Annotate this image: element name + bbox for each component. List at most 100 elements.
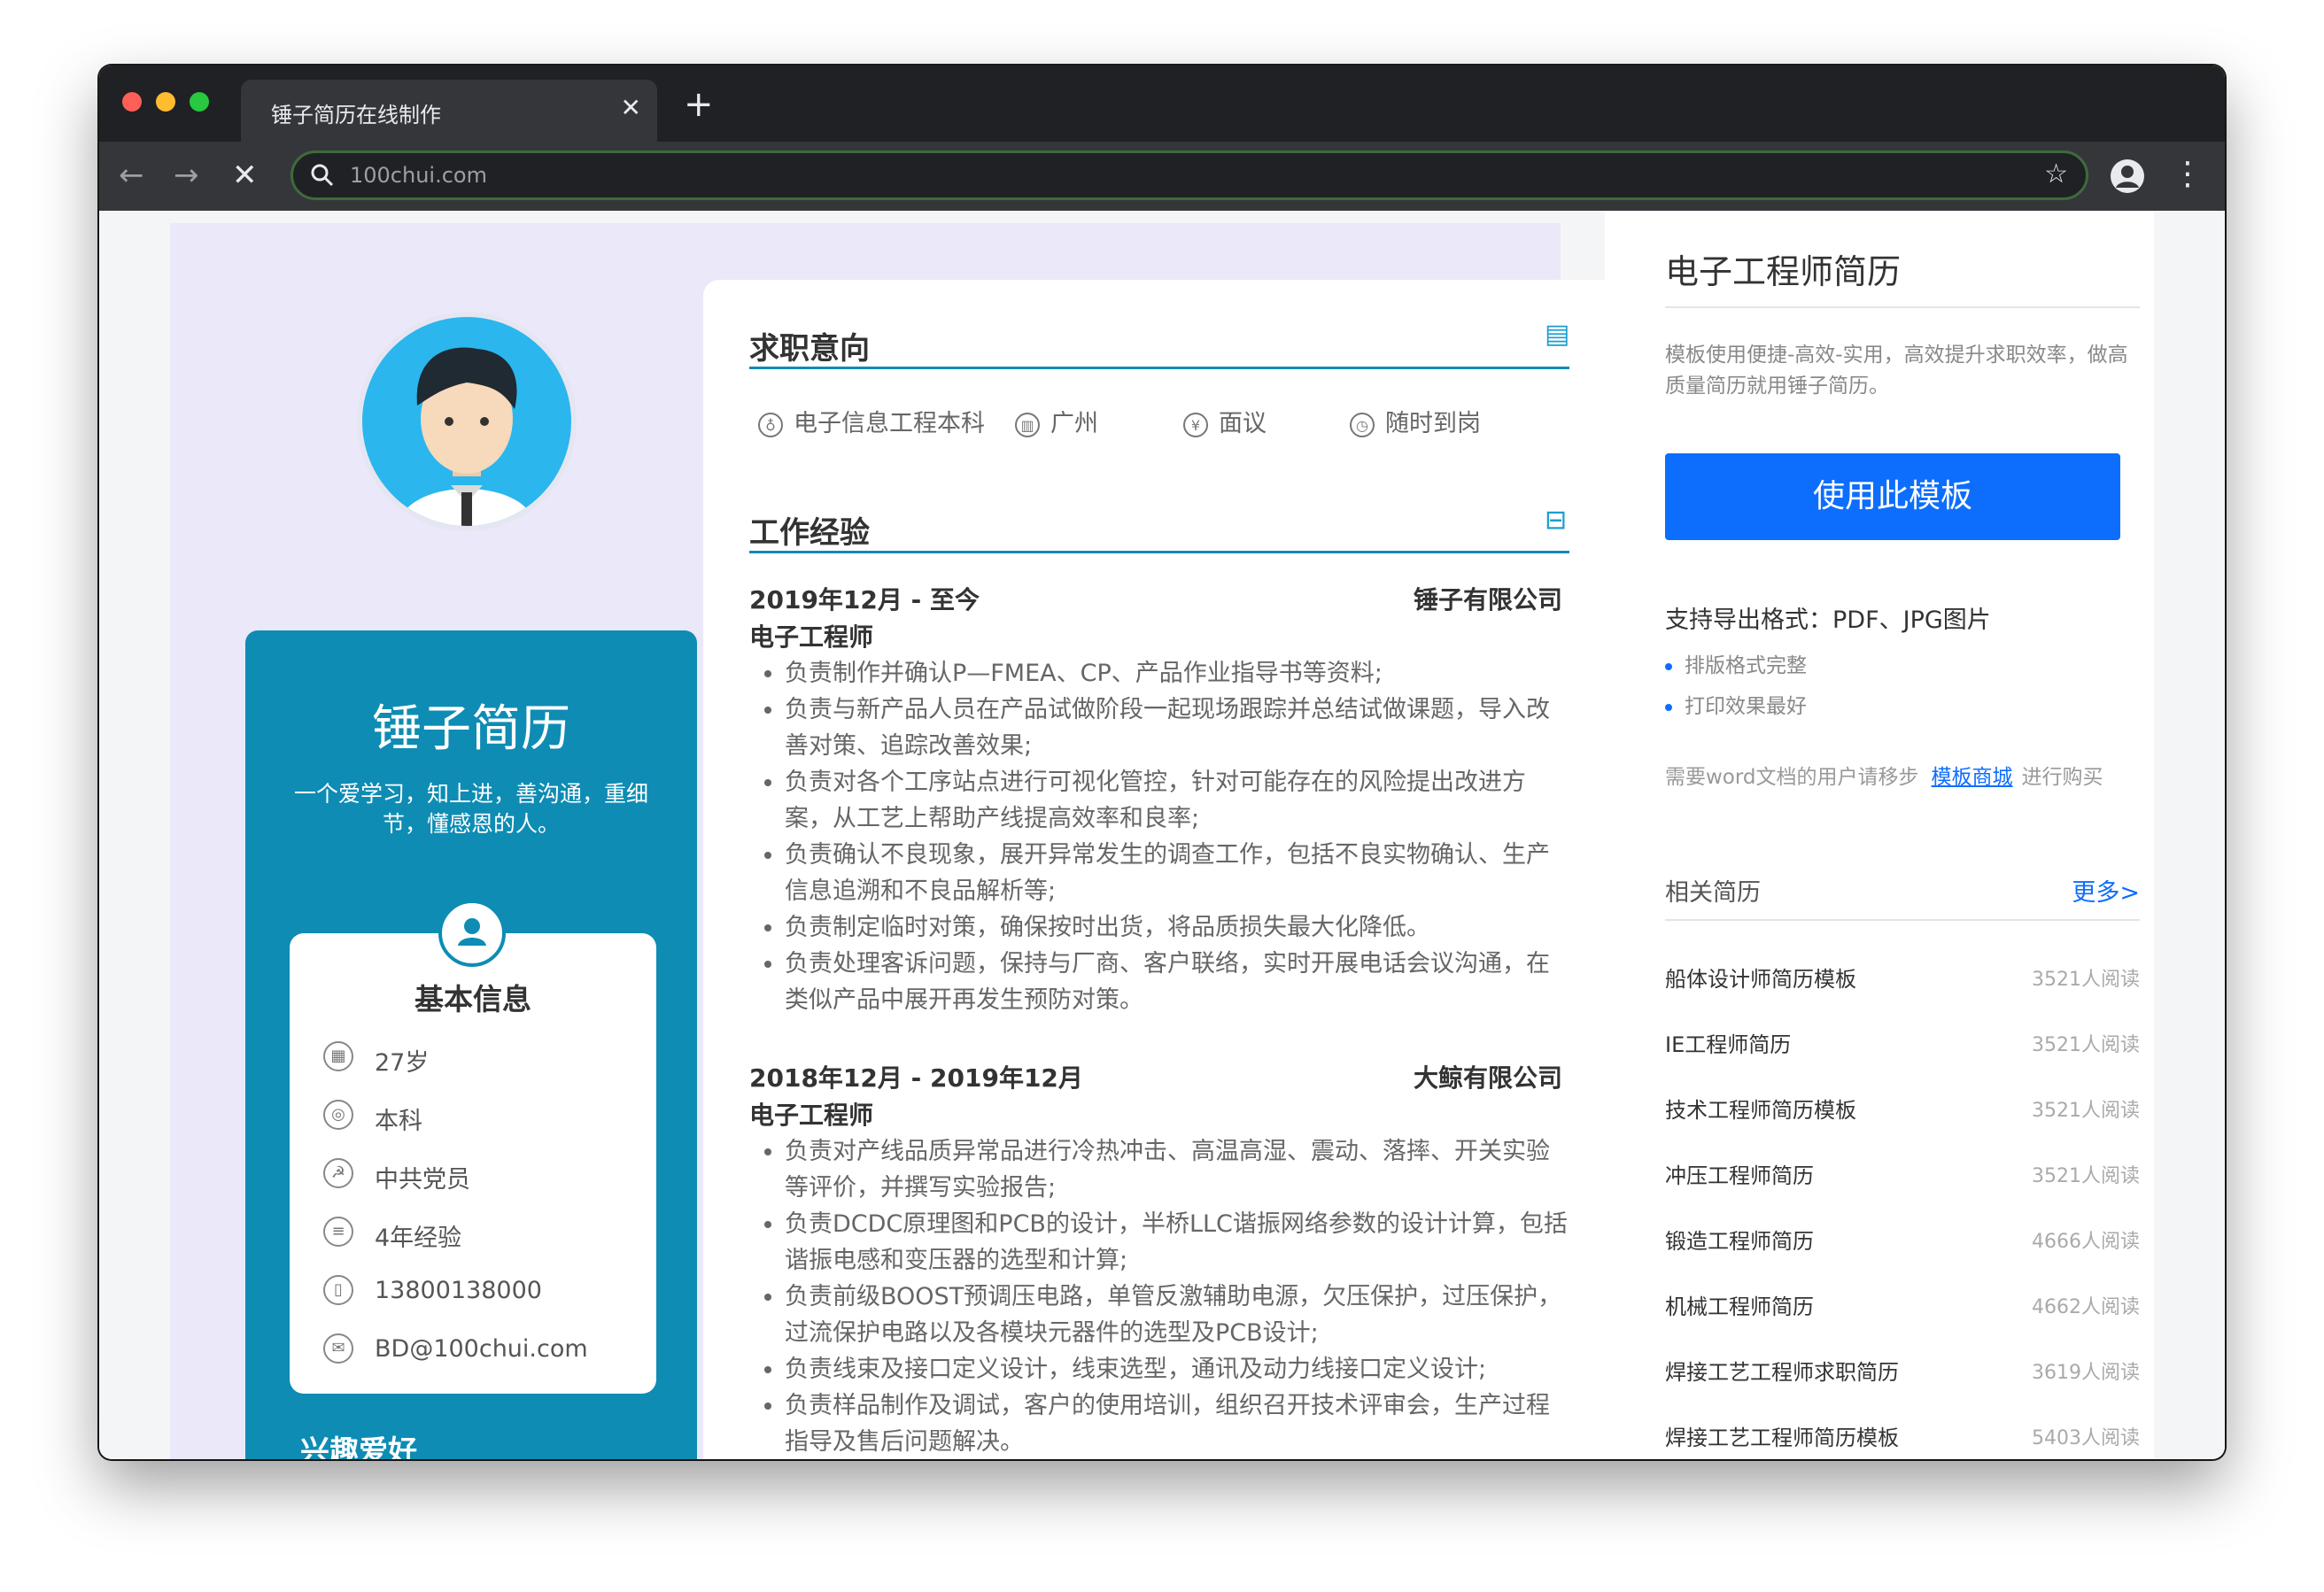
related-more-link[interactable]: 更多> <box>2072 873 2140 908</box>
tab-close-icon[interactable]: ✕ <box>621 92 641 124</box>
export-formats: 支持导出格式：PDF、JPG图片 <box>1665 607 1991 634</box>
divider <box>1665 306 2140 308</box>
info-age-text: 27岁 <box>375 1049 430 1077</box>
divider <box>749 367 1569 369</box>
intent-availability: ◷ 随时到岗 <box>1350 404 1481 438</box>
related-item[interactable]: 船体设计师简历模板 3521人阅读 <box>1665 962 2140 997</box>
related-item[interactable]: 锻造工程师简历 4666人阅读 <box>1665 1224 2140 1259</box>
word-notice-suffix: 进行购买 <box>2021 766 2103 789</box>
intent-salary-text: 面议 <box>1219 410 1267 437</box>
related-item[interactable]: 机械工程师简历 4662人阅读 <box>1665 1289 2140 1325</box>
list-item: 负责对产线品质异常品进行冷热冲击、高温高湿、震动、落摔、开关实验等评价，并撰写实… <box>785 1133 1573 1206</box>
related-item-count: 4662人阅读 <box>2032 1296 2140 1318</box>
info-experience-text: 4年经验 <box>375 1225 462 1252</box>
avatar <box>357 312 577 531</box>
title-bar: 锤子简历在线制作 ✕ + <box>99 66 2225 142</box>
related-item[interactable]: IE工程师简历 3521人阅读 <box>1665 1027 2140 1063</box>
basic-info-card: 基本信息 ▦ 27岁 ◎ 本科 ☭ 中共党员 ≡ 4年经验 ▯ 13800138… <box>290 900 656 1394</box>
divider <box>749 551 1569 553</box>
briefcase-icon: ⊟ <box>1545 505 1568 536</box>
info-phone-text: 13800138000 <box>375 1277 542 1304</box>
avatar-illustration <box>398 347 536 526</box>
related-item-name[interactable]: 冲压工程师简历 <box>1665 1158 1814 1189</box>
bullet-dot <box>1665 662 1672 670</box>
url-text: 100chui.com <box>350 163 487 188</box>
browser-window: 锤子简历在线制作 ✕ + ← → ✕ 100chui.com ☆ ⋮ 锤子简历 … <box>99 66 2225 1459</box>
tab-title: 锤子简历在线制作 <box>271 103 441 128</box>
info-email-text: BD@100chui.com <box>375 1335 588 1363</box>
template-title: 电子工程师简历 <box>1665 252 1902 291</box>
info-phone: ▯ 13800138000 <box>323 1271 642 1310</box>
new-tab-button[interactable]: + <box>684 85 714 124</box>
job-2-date: 2018年12月 - 2019年12月 <box>749 1063 1083 1093</box>
minimize-window-button[interactable] <box>156 92 175 112</box>
resume-main: 求职意向 ▤ ♁ 电子信息工程本科 ▥ 广州 ¥ 面议 ◷ 随时到岗 工作经验 ⊟ 20… <box>703 280 1624 1459</box>
info-age: ▦ 27岁 <box>323 1038 642 1077</box>
document-icon: ≡ <box>323 1217 353 1247</box>
related-item-name[interactable]: 焊接工艺工程师求职简历 <box>1665 1355 1899 1386</box>
info-education: ◎ 本科 <box>323 1096 642 1135</box>
basic-info-title: 基本信息 <box>414 982 531 1016</box>
medal-icon: ♁ <box>758 412 783 437</box>
search-icon <box>311 164 334 187</box>
list-item: 负责对各个工序站点进行可视化管控，针对可能存在的风险提出改进方案，从工艺上帮助产… <box>785 764 1573 837</box>
related-item[interactable]: 焊接工艺工程师求职简历 3619人阅读 <box>1665 1355 2140 1390</box>
related-item-count: 5403人阅读 <box>2032 1427 2140 1449</box>
intent-city-text: 广州 <box>1050 410 1098 437</box>
use-template-button[interactable]: 使用此模板 <box>1665 453 2120 540</box>
feature-item: 打印效果最好 <box>1665 689 1807 719</box>
resume-preview: 锤子简历 一个爱学习，知上进，善沟通，重细节，懂感恩的人。 基本信息 ▦ 27岁 <box>170 223 1624 1459</box>
browser-toolbar: ← → ✕ 100chui.com ☆ ⋮ <box>99 142 2225 211</box>
intent-salary: ¥ 面议 <box>1183 404 1267 438</box>
job-1-bullets: 负责制作并确认P—FMEA、CP、产品作业指导书等资料; 负责与新产品人员在产品… <box>749 655 1573 1018</box>
related-item-name[interactable]: 技术工程师简历模板 <box>1665 1093 1856 1124</box>
related-item-count: 3521人阅读 <box>2032 1034 2140 1056</box>
related-item-name[interactable]: 机械工程师简历 <box>1665 1289 1814 1320</box>
yen-icon: ¥ <box>1183 412 1208 437</box>
related-item-count: 4666人阅读 <box>2032 1231 2140 1253</box>
forward-icon[interactable]: → <box>174 154 199 197</box>
job-1-company: 锤子有限公司 <box>1413 585 1562 614</box>
list-item: 负责DCDC原理图和PCB的设计，半桥LLC谐振网络参数的设计计算，包括谐振电感… <box>785 1206 1573 1279</box>
word-notice: 需要word文档的用户请移步 模板商城 进行购买 <box>1665 760 2103 790</box>
info-email: ✉ BD@100chui.com <box>323 1330 642 1369</box>
list-item: 负责制定临时对策，确保按时出货，将品质损失最大化降低。 <box>785 909 1573 946</box>
clipboard-icon: ▤ <box>1545 319 1570 350</box>
address-bar[interactable]: 100chui.com ☆ <box>290 151 2088 200</box>
stop-loading-icon[interactable]: ✕ <box>232 154 258 197</box>
related-item-count: 3521人阅读 <box>2032 1100 2140 1122</box>
list-item: 负责与新产品人员在产品试做阶段一起现场跟踪并总结试做课题，导入改善对策、追踪改善… <box>785 692 1573 764</box>
left-column: 锤子简历 一个爱学习，知上进，善沟通，重细节，懂感恩的人。 基本信息 ▦ 27岁 <box>245 630 697 1459</box>
info-political-text: 中共党员 <box>375 1166 470 1194</box>
related-item[interactable]: 焊接工艺工程师简历模板 5403人阅读 <box>1665 1420 2140 1456</box>
close-window-button[interactable] <box>122 92 142 112</box>
related-item-name[interactable]: 船体设计师简历模板 <box>1665 962 1856 993</box>
template-description: 模板使用便捷-高效-实用，高效提升求职效率，做高质量简历就用锤子简历。 <box>1665 344 2128 398</box>
browser-menu-icon[interactable]: ⋮ <box>2172 156 2204 192</box>
browser-tab[interactable]: 锤子简历在线制作 ✕ <box>241 80 657 142</box>
feature-text: 打印效果最好 <box>1685 695 1807 718</box>
related-item-count: 3521人阅读 <box>2032 1165 2140 1187</box>
profile-avatar-icon[interactable] <box>2110 158 2145 194</box>
page-content: 锤子简历 一个爱学习，知上进，善沟通，重细节，懂感恩的人。 基本信息 ▦ 27岁 <box>99 211 2225 1459</box>
divider <box>1665 919 2140 921</box>
info-education-text: 本科 <box>375 1108 422 1135</box>
maximize-window-button[interactable] <box>190 92 209 112</box>
related-item[interactable]: 冲压工程师简历 3521人阅读 <box>1665 1158 2140 1194</box>
bookmark-star-icon[interactable]: ☆ <box>2044 158 2068 189</box>
phone-icon: ▯ <box>323 1275 353 1305</box>
template-store-link[interactable]: 模板商城 <box>1932 766 2013 789</box>
related-item[interactable]: 技术工程师简历模板 3521人阅读 <box>1665 1093 2140 1128</box>
related-item-name[interactable]: 焊接工艺工程师简历模板 <box>1665 1420 1899 1451</box>
calendar-icon: ▦ <box>323 1041 353 1071</box>
job-2-company: 大鲸有限公司 <box>1413 1063 1562 1093</box>
related-item-count: 3521人阅读 <box>2032 969 2140 991</box>
intent-city: ▥ 广州 <box>1015 404 1098 438</box>
related-item-name[interactable]: IE工程师简历 <box>1665 1027 1791 1058</box>
related-item-name[interactable]: 锻造工程师简历 <box>1665 1224 1814 1255</box>
back-icon[interactable]: ← <box>119 154 144 197</box>
list-item: 负责线束及接口定义设计，线束选型，通讯及动力线接口定义设计; <box>785 1351 1573 1387</box>
intent-title: 求职意向 <box>749 331 870 367</box>
list-item: 负责制作并确认P—FMEA、CP、产品作业指导书等资料; <box>785 655 1573 692</box>
list-item: 负责确认不良现象，展开异常发生的调查工作，包括不良实物确认、生产信息追溯和不良品… <box>785 837 1573 909</box>
